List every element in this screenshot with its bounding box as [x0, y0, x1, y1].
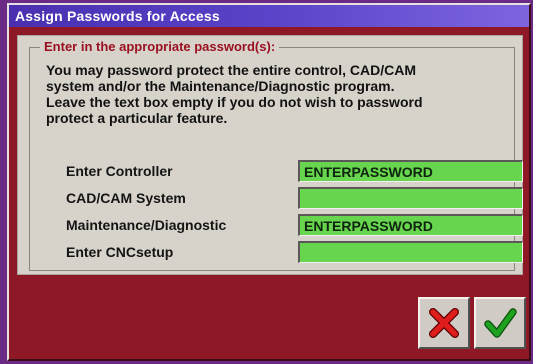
controller-password-label: Enter Controller: [66, 163, 173, 179]
cancel-button[interactable]: [418, 297, 470, 349]
cncsetup-password-label: Enter CNCsetup: [66, 244, 174, 260]
cadcam-password-label: CAD/CAM System: [66, 190, 186, 206]
controller-password-row: Enter Controller: [66, 160, 523, 182]
controller-password-input[interactable]: [298, 160, 523, 182]
assign-passwords-dialog: Assign Passwords for Access Enter in the…: [7, 3, 531, 361]
maintenance-password-row: Maintenance/Diagnostic: [66, 214, 523, 236]
instructions-text: You may password protect the entire cont…: [46, 62, 508, 126]
instructions-line: Leave the text box empty if you do not w…: [46, 94, 423, 110]
maintenance-password-label: Maintenance/Diagnostic: [66, 217, 227, 233]
password-group-box: Enter in the appropriate password(s): Yo…: [29, 38, 523, 271]
cadcam-password-row: CAD/CAM System: [66, 187, 523, 209]
red-x-icon: [420, 299, 468, 347]
cncsetup-password-row: Enter CNCsetup: [66, 241, 523, 263]
group-box-title: Enter in the appropriate password(s):: [40, 38, 280, 56]
instructions-line: You may password protect the entire cont…: [46, 62, 417, 78]
dialog-title-bar: Assign Passwords for Access: [9, 5, 529, 27]
button-area: [17, 279, 526, 355]
maintenance-password-input[interactable]: [298, 214, 523, 236]
ok-button[interactable]: [474, 297, 526, 349]
green-check-icon: [476, 299, 524, 347]
cncsetup-password-input[interactable]: [298, 241, 523, 263]
dialog-title: Assign Passwords for Access: [15, 8, 220, 24]
instructions-line: protect a particular feature.: [46, 110, 228, 126]
cadcam-password-input[interactable]: [298, 187, 523, 209]
instructions-line: system and/or the Maintenance/Diagnostic…: [46, 78, 395, 94]
